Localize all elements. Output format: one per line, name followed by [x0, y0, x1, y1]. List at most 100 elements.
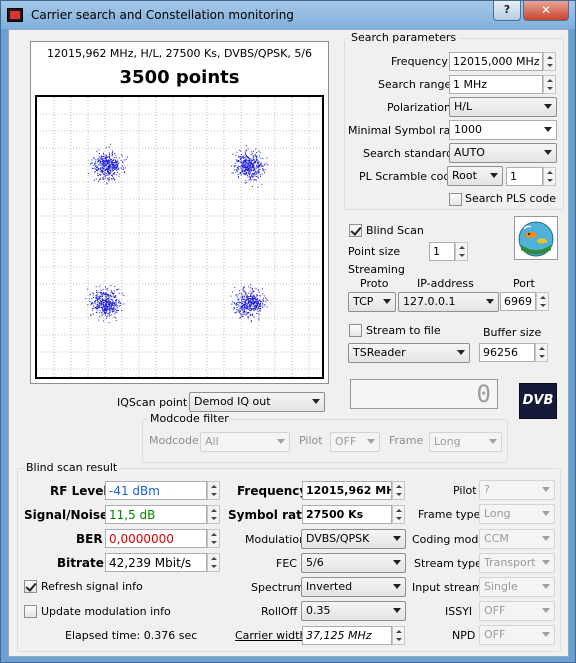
frame-type-value: Long	[484, 507, 511, 520]
frequency-result-label: Frequency	[237, 484, 308, 498]
chevron-down-icon	[486, 299, 494, 304]
issyi-label: ISSYI	[445, 605, 473, 618]
rf-level-text: -41 dBm	[109, 484, 160, 498]
lcd-display: 0	[350, 379, 498, 409]
pilot-result-select[interactable]: ?	[479, 480, 555, 500]
fec-select[interactable]: 5/6	[301, 553, 406, 573]
modulation-select[interactable]: DVBS/QPSK	[301, 529, 406, 549]
modcode-select[interactable]: All	[200, 432, 290, 452]
chevron-down-icon	[489, 439, 497, 444]
coding-mode-select[interactable]: CCM	[479, 529, 555, 549]
chevron-down-icon	[542, 632, 550, 637]
min-symbol-rate-select[interactable]: 1000	[449, 120, 557, 140]
spectrum-select[interactable]: Inverted	[301, 577, 406, 597]
signal-noise-spinner[interactable]	[207, 505, 220, 524]
frame-type-select[interactable]: Long	[479, 504, 555, 524]
ber-label: BER	[76, 532, 103, 546]
elapsed-time-label: Elapsed time: 0.376 sec	[65, 629, 198, 642]
ber-spinner[interactable]	[207, 529, 220, 548]
constellation-points	[85, 143, 269, 324]
search-pls-checkbox[interactable]	[449, 193, 462, 206]
iq-scan-point-label: IQScan point	[117, 396, 188, 409]
update-modulation-label: Update modulation info	[41, 605, 171, 618]
min-symbol-rate-value: 1000	[454, 123, 482, 136]
search-range-label: Search range	[378, 78, 452, 91]
pilot-filter-value: OFF	[335, 435, 357, 448]
fec-value: 5/6	[306, 556, 324, 569]
pl-scramble-code-input[interactable]: 1	[506, 167, 543, 186]
pilot-filter-label: Pilot	[299, 434, 323, 447]
port-input[interactable]: 6969	[500, 292, 536, 311]
fish-logo-icon[interactable]	[514, 216, 558, 260]
polarization-select[interactable]: H/L	[449, 97, 557, 117]
stream-type-select[interactable]: Transport	[479, 553, 555, 573]
bitrate-label: Bitrate	[57, 556, 104, 570]
refresh-signal-checkbox[interactable]	[24, 580, 37, 593]
frequency-spinner[interactable]	[543, 52, 556, 71]
iq-scan-point-select[interactable]: Demod IQ out	[189, 392, 325, 412]
constellation-plot[interactable]	[35, 95, 324, 379]
chevron-down-icon	[542, 536, 550, 541]
buffer-size-spinner[interactable]	[535, 343, 548, 362]
search-pls-label: Search PLS code	[465, 192, 557, 205]
spectrum-label: Spectrum	[251, 581, 305, 594]
npd-select[interactable]: OFF	[479, 625, 555, 645]
search-standard-select[interactable]: AUTO	[449, 143, 557, 163]
point-size-label: Point size	[348, 245, 401, 258]
chevron-down-icon	[383, 299, 391, 304]
pl-scramble-code-spinner[interactable]	[543, 167, 556, 186]
input-stream-select[interactable]: Single	[479, 577, 555, 597]
chevron-down-icon	[544, 150, 552, 155]
modcode-value: All	[205, 435, 219, 448]
fec-label: FEC	[276, 557, 297, 570]
ber-text: 0,0000000	[109, 532, 174, 546]
update-modulation-checkbox[interactable]	[24, 605, 37, 618]
buffer-size-input[interactable]: 96256	[479, 343, 535, 362]
search-range-input[interactable]: 1 MHz	[449, 75, 543, 94]
pilot-filter-select[interactable]: OFF	[330, 432, 380, 452]
chevron-down-icon	[367, 439, 375, 444]
title-bar[interactable]: Carrier search and Constellation monitor…	[1, 1, 575, 29]
port-spinner[interactable]	[536, 292, 549, 311]
constellation-panel: 12015,962 MHz, H/L, 27500 Ks, DVBS/QPSK,…	[30, 41, 329, 384]
carrier-width-spinner[interactable]	[392, 626, 405, 645]
point-size-input[interactable]: 1	[429, 242, 455, 261]
pl-scramble-label: PL Scramble code	[359, 170, 458, 183]
npd-label: NPD	[452, 629, 476, 642]
chevron-down-icon	[542, 487, 550, 492]
frequency-result-spinner[interactable]	[392, 481, 405, 500]
chevron-down-icon	[393, 536, 401, 541]
search-range-spinner[interactable]	[543, 75, 556, 94]
ts-reader-value: TSReader	[353, 346, 406, 359]
rf-level-spinner[interactable]	[207, 481, 220, 500]
stream-to-file-checkbox[interactable]	[349, 324, 362, 337]
blind-scan-label: Blind Scan	[366, 224, 424, 237]
frequency-input[interactable]: 12015,000 MHz	[449, 52, 543, 71]
issyi-select[interactable]: OFF	[479, 601, 555, 621]
signal-noise-text: 11,5 dB	[109, 508, 156, 522]
bitrate-spinner[interactable]	[207, 553, 220, 572]
frame-type-label: Frame type	[418, 508, 481, 521]
polarization-label: Polarization	[387, 101, 451, 114]
help-button[interactable]: ?	[493, 1, 521, 21]
dvb-logo-text: DVB	[522, 393, 554, 408]
frame-filter-select[interactable]: Long	[429, 432, 502, 452]
carrier-width-link[interactable]: Carrier width	[235, 629, 306, 642]
rf-level-value: -41 dBm	[105, 481, 207, 500]
proto-select[interactable]: TCP	[348, 292, 396, 312]
point-size-spinner[interactable]	[455, 242, 468, 261]
lcd-value: 0	[476, 380, 491, 408]
pl-scramble-mode-select[interactable]: Root	[447, 166, 503, 186]
chevron-down-icon	[542, 511, 550, 516]
frequency-result-value: 12015,962 MHz	[302, 481, 392, 500]
signal-noise-value: 11,5 dB	[105, 505, 207, 524]
rolloff-select[interactable]: 0.35	[301, 601, 406, 621]
symbol-rate-result-spinner[interactable]	[392, 505, 405, 524]
blind-scan-checkbox[interactable]	[349, 224, 362, 237]
ip-address-select[interactable]: 127.0.0.1	[398, 292, 499, 312]
plot-carrier-info: 12015,962 MHz, H/L, 27500 Ks, DVBS/QPSK,…	[46, 47, 313, 60]
close-button[interactable]: ✕	[523, 1, 569, 21]
ts-reader-select[interactable]: TSReader	[348, 343, 470, 363]
stream-type-value: Transport	[484, 556, 536, 569]
carrier-width-value: 37,125 MHz	[302, 626, 392, 645]
